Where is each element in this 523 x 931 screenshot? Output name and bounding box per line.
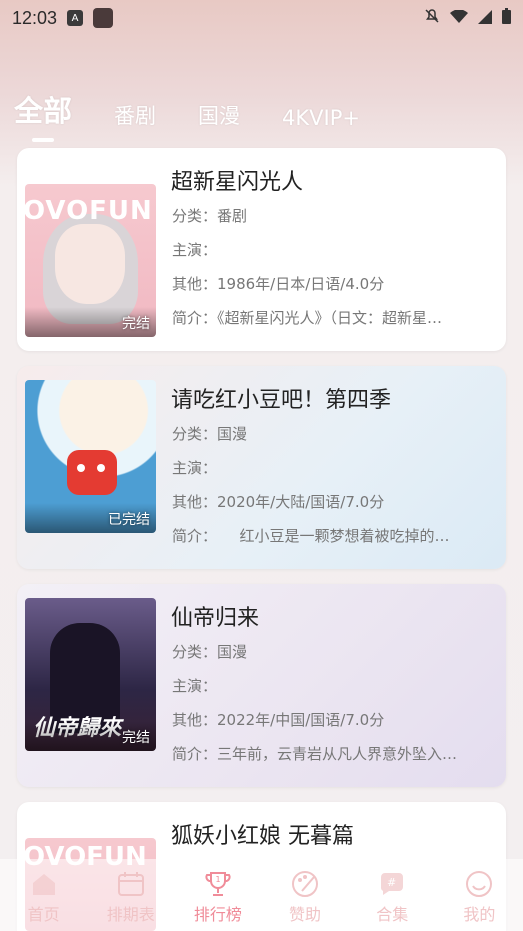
tab-guoman[interactable]: 国漫 (198, 100, 240, 130)
tab-fanju[interactable]: 番剧 (114, 100, 156, 130)
anime-category: 分类：国漫 (172, 643, 248, 661)
anime-cover[interactable]: OVOFUN 完结 (25, 184, 156, 337)
keyboard-notification-icon: A (67, 10, 84, 26)
anime-summary: 简介：《超新星闪光人》（日文：超新星… (172, 309, 443, 327)
smile-icon (466, 871, 493, 897)
tab-bar-sponsor[interactable]: 赞助 (265, 869, 345, 925)
status-badge: 完结 (122, 316, 150, 332)
tab-bar-label: 赞助 (289, 905, 322, 924)
status-bar: 12:03 A (0, 0, 523, 36)
anime-cast: 主演： (172, 459, 218, 477)
anime-card[interactable]: 已完结 请吃红小豆吧！第四季 分类：国漫 主演： 其他：2020年/大陆/国语/… (17, 366, 506, 569)
anime-cast: 主演： (172, 241, 218, 259)
anime-card[interactable]: OVOFUN 完结 超新星闪光人 分类：番剧 主演： 其他：1986年/日本/日… (17, 148, 506, 351)
status-time: 12:03 (12, 7, 58, 28)
battery-icon (502, 8, 511, 28)
anime-other: 其他：2020年/大陆/国语/7.0分 (172, 493, 385, 511)
anime-category: 分类：番剧 (172, 207, 248, 225)
tab-bar-collection[interactable]: # 合集 (352, 869, 432, 925)
tab-bar-home[interactable]: 首页 (4, 869, 84, 925)
trophy-icon: 1 (205, 872, 231, 896)
mute-icon (424, 8, 440, 28)
hashtag-chat-icon: # (381, 873, 404, 895)
tab-bar-profile[interactable]: 我的 (439, 869, 519, 925)
tab-bar-label: 我的 (463, 905, 496, 924)
app-notification-icon (93, 8, 114, 28)
cover-watermark: OVOFUN (25, 196, 153, 226)
tab-bar-label: 排期表 (106, 905, 155, 924)
tab-all[interactable]: 全部 (14, 88, 72, 142)
signal-icon (478, 9, 492, 28)
bottom-tab-bar: 首页 排期表 1 排行榜 赞助 # 合集 我的 (0, 859, 523, 931)
tab-bar-label: 排行榜 (193, 905, 242, 924)
tab-bar-schedule[interactable]: 排期表 (91, 869, 171, 925)
tab-bar-label: 合集 (376, 905, 409, 924)
home-icon (32, 874, 55, 895)
anime-cover[interactable]: 已完结 (25, 380, 156, 533)
anime-title: 超新星闪光人 (171, 170, 304, 195)
status-badge: 完结 (122, 730, 150, 746)
anime-summary: 简介： 红小豆是一颗梦想着被吃掉的… (172, 527, 450, 545)
anime-title: 狐妖小红娘 无暮篇 (171, 824, 354, 849)
anime-title: 仙帝归来 (171, 606, 260, 631)
tab-4kvip[interactable]: 4KVIP+ (282, 106, 360, 130)
anime-title: 请吃红小豆吧！第四季 (171, 388, 392, 413)
anime-other: 其他：2022年/中国/国语/7.0分 (172, 711, 385, 729)
wifi-icon (450, 8, 468, 28)
anime-summary: 简介：三年前，云青岩从凡人界意外坠入… (172, 745, 458, 763)
svg-text:1: 1 (215, 875, 220, 884)
anime-cast: 主演： (172, 677, 218, 695)
tab-bar-label: 首页 (27, 905, 60, 924)
calendar-icon (117, 872, 144, 896)
palette-icon (292, 871, 319, 897)
tab-bar-ranking[interactable]: 1 排行榜 (178, 869, 258, 925)
status-badge: 已完结 (108, 512, 150, 528)
anime-card[interactable]: 仙帝歸來 完结 仙帝归来 分类：国漫 主演： 其他：2022年/中国/国语/7.… (17, 584, 506, 787)
svg-text:#: # (387, 876, 396, 889)
category-tabs: 全部 番剧 国漫 4KVIP+ (14, 88, 402, 142)
anime-cover[interactable]: 仙帝歸來 完结 (25, 598, 156, 751)
anime-category: 分类：国漫 (172, 425, 248, 443)
anime-other: 其他：1986年/日本/日语/4.0分 (172, 275, 385, 293)
